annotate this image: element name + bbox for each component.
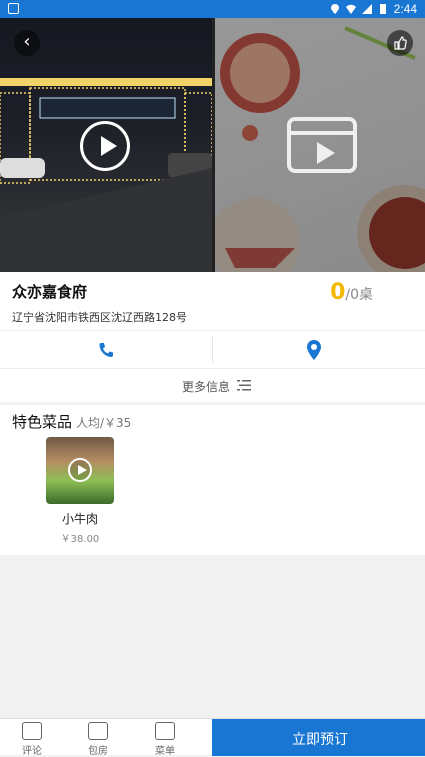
dish-image[interactable] — [46, 437, 114, 504]
signal-icon — [361, 4, 372, 14]
phone-icon — [99, 343, 113, 357]
book-now-label: 立即预订 — [292, 732, 348, 748]
list-icon — [237, 380, 251, 391]
play-icon — [68, 458, 92, 482]
status-time: 2:44 — [393, 2, 417, 16]
dish-name: 小牛肉 — [61, 512, 98, 526]
battery-icon — [379, 4, 386, 14]
play-icon[interactable] — [80, 121, 130, 171]
contact-divider — [212, 337, 213, 363]
map-button[interactable] — [304, 339, 324, 361]
tables-available-count: 0 — [330, 280, 346, 305]
restaurant-address: 辽宁省沈阳市铁西区沈辽西路128号 — [12, 311, 187, 324]
table-availability: 0/0桌 — [330, 280, 373, 305]
restaurant-name: 众亦嘉食府 — [12, 283, 88, 301]
tab-comments[interactable]: 评论 — [12, 722, 52, 757]
average-price: 人均/￥35 — [76, 416, 132, 430]
more-info-button[interactable]: 更多信息 — [0, 369, 425, 402]
thumbs-up-icon — [394, 36, 407, 50]
bottom-nav: 评论 包房 菜单 立即预订 — [0, 718, 425, 757]
dish-price: ￥38.00 — [60, 534, 100, 545]
back-button[interactable]: ‹ — [14, 30, 40, 56]
tab-menu[interactable]: 菜单 — [145, 722, 185, 757]
call-button[interactable] — [96, 340, 116, 360]
menu-list-icon — [155, 722, 175, 740]
featured-dishes: 特色菜品 人均/￥35 小牛肉 ￥38.00 — [0, 405, 425, 555]
tables-total: /0桌 — [345, 287, 373, 303]
food-video[interactable] — [215, 18, 425, 272]
location-icon — [330, 4, 339, 14]
status-bar: 2:44 — [0, 0, 425, 18]
featured-title: 特色菜品 — [12, 413, 73, 431]
more-info-label: 更多信息 — [182, 380, 231, 394]
like-button[interactable] — [387, 30, 413, 56]
door-icon — [88, 722, 108, 740]
wifi-icon — [345, 4, 356, 14]
notification-icon — [8, 3, 19, 14]
video-icon[interactable] — [287, 117, 357, 173]
media-carousel[interactable]: ‹ — [0, 18, 425, 272]
tab-private-rooms[interactable]: 包房 — [78, 722, 118, 757]
restaurant-info: 众亦嘉食府 辽宁省沈阳市铁西区沈辽西路128号 0/0桌 — [0, 272, 425, 331]
chat-icon — [22, 722, 42, 740]
contact-bar — [0, 331, 425, 369]
dish-card[interactable]: 小牛肉 ￥38.00 — [46, 437, 114, 545]
map-pin-icon — [307, 340, 321, 360]
restaurant-video[interactable]: ‹ — [0, 18, 212, 272]
book-now-button[interactable]: 立即预订 — [212, 719, 425, 756]
